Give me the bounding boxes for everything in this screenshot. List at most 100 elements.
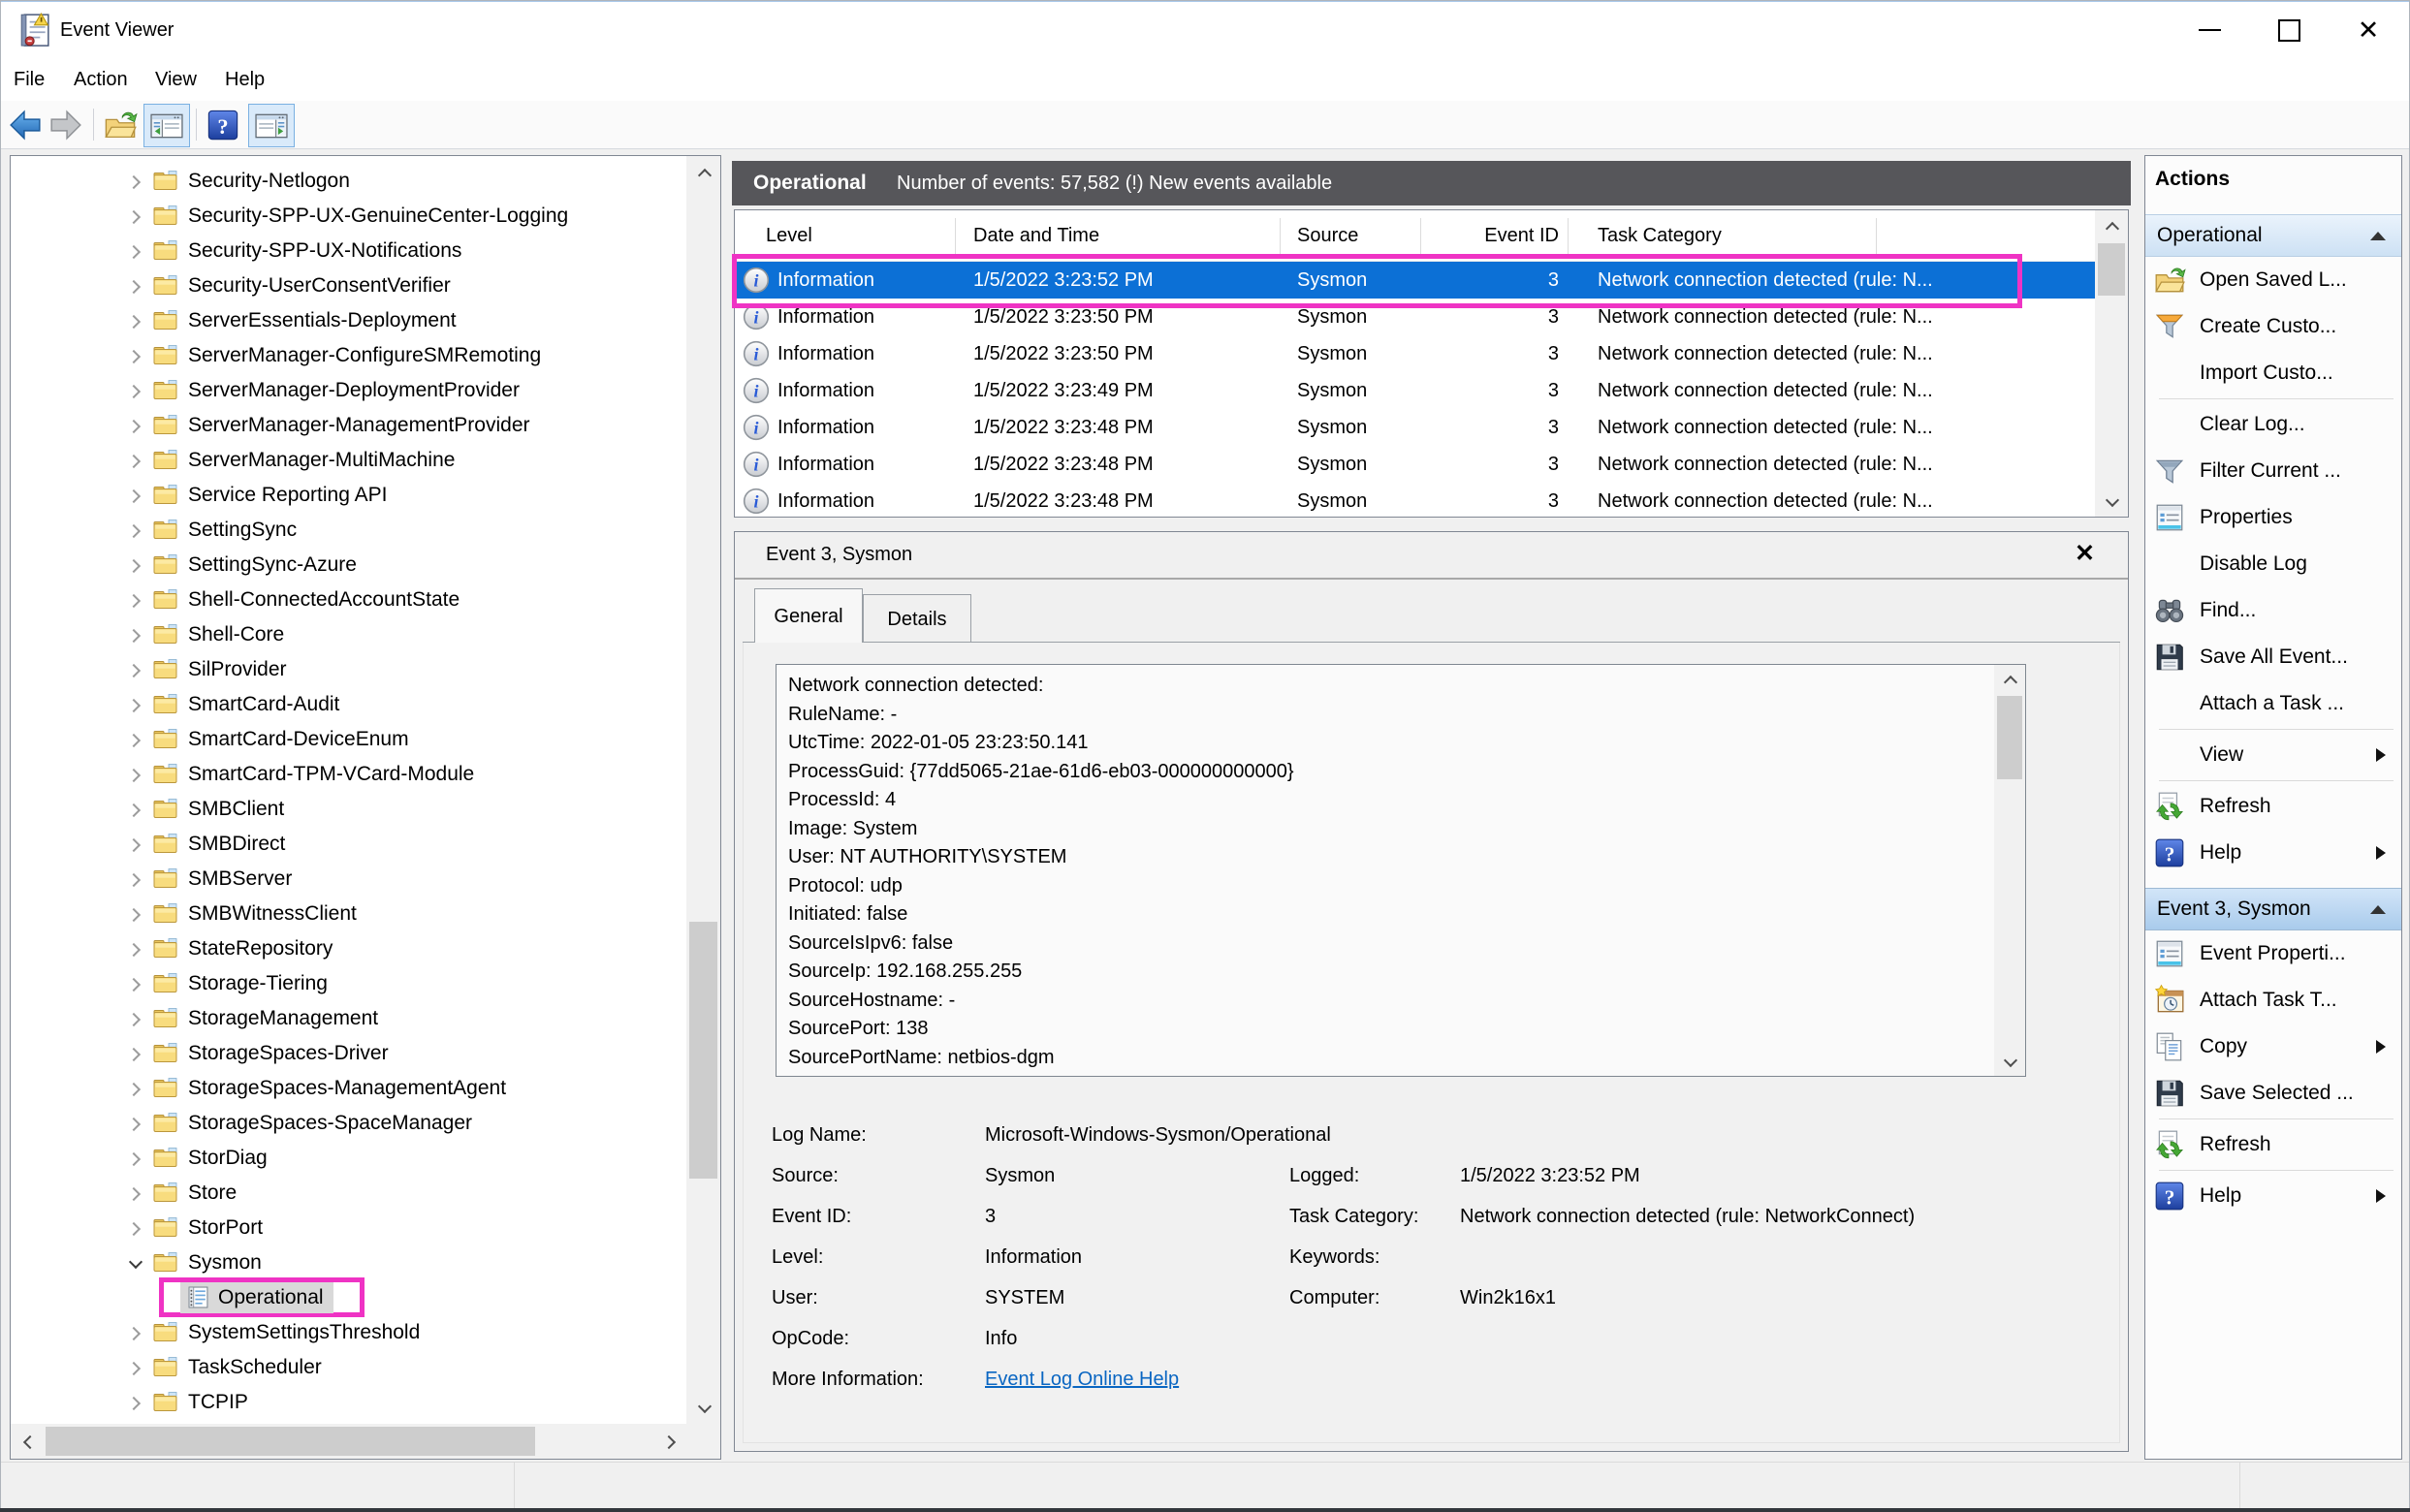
tree-item-storagespaces-spacemanager[interactable]: StorageSpaces-SpaceManager <box>12 1106 684 1141</box>
events-vertical-scrollbar[interactable] <box>2095 210 2128 517</box>
expand-chevron-icon[interactable] <box>128 1396 142 1409</box>
tree-item-smbdirect[interactable]: SMBDirect <box>12 827 684 862</box>
column-separator[interactable] <box>1568 218 1569 255</box>
expand-chevron-icon[interactable] <box>128 977 142 991</box>
expand-chevron-icon[interactable] <box>128 558 142 572</box>
event-row[interactable]: iInformation1/5/2022 3:23:48 PMSysmon3Ne… <box>735 409 2095 446</box>
menu-action[interactable]: Action <box>74 58 128 101</box>
tree-item-operational[interactable]: Operational <box>12 1280 684 1315</box>
scrollbar-thumb[interactable] <box>689 922 717 1179</box>
event-row[interactable]: iInformation1/5/2022 3:23:49 PMSysmon3Ne… <box>735 372 2095 409</box>
action-refresh[interactable]: Refresh <box>2145 1121 2401 1168</box>
scroll-down-button[interactable] <box>2095 486 2128 517</box>
event-log-online-help-link[interactable]: Event Log Online Help <box>985 1366 1179 1393</box>
action-clear-log[interactable]: Clear Log... <box>2145 401 2401 448</box>
tree-item-store[interactable]: Store <box>12 1176 684 1211</box>
expand-chevron-icon[interactable] <box>128 593 142 607</box>
expand-chevron-icon[interactable] <box>128 1012 142 1025</box>
expand-chevron-icon[interactable] <box>128 384 142 397</box>
tree-item-servermanager-configuresmremoting[interactable]: ServerManager-ConfigureSMRemoting <box>12 338 684 373</box>
back-button[interactable] <box>8 108 43 142</box>
tree-item-sysmon[interactable]: Sysmon <box>12 1245 684 1280</box>
expand-chevron-icon[interactable] <box>128 314 142 328</box>
tree-item-serveressentials-deployment[interactable]: ServerEssentials-Deployment <box>12 303 684 338</box>
expand-chevron-icon[interactable] <box>128 349 142 362</box>
tree-item-smbwitnessclient[interactable]: SMBWitnessClient <box>12 897 684 931</box>
column-header-level[interactable]: Level <box>766 210 812 261</box>
scrollbar-thumb[interactable] <box>2098 243 2125 296</box>
tree-item-security-netlogon[interactable]: Security-Netlogon <box>12 164 684 199</box>
action-help[interactable]: ?Help <box>2145 830 2401 876</box>
maximize-button[interactable] <box>2249 2 2329 58</box>
tree-item-stordiag[interactable]: StorDiag <box>12 1141 684 1176</box>
tree-item-security-spp-ux-notifications[interactable]: Security-SPP-UX-Notifications <box>12 234 684 268</box>
action-filter-current[interactable]: Filter Current ... <box>2145 448 2401 494</box>
tree-item-service-reporting-api[interactable]: Service Reporting API <box>12 478 684 513</box>
action-view[interactable]: View <box>2145 732 2401 778</box>
action-disable-log[interactable]: Disable Log <box>2145 541 2401 587</box>
tree-item-storage-tiering[interactable]: Storage-Tiering <box>12 966 684 1001</box>
menu-view[interactable]: View <box>155 58 197 101</box>
expand-chevron-icon[interactable] <box>128 174 142 188</box>
collapse-triangle-icon[interactable] <box>2370 232 2386 240</box>
action-create-custo[interactable]: Create Custo... <box>2145 303 2401 350</box>
minimize-button[interactable] <box>2170 2 2249 58</box>
expand-chevron-icon[interactable] <box>128 1047 142 1060</box>
action-import-custo[interactable]: Import Custo... <box>2145 350 2401 396</box>
tree-item-taskscheduler[interactable]: TaskScheduler <box>12 1350 684 1385</box>
tree-item-smartcard-tpm-vcard-module[interactable]: SmartCard-TPM-VCard-Module <box>12 757 684 792</box>
open-saved-log-button[interactable] <box>103 108 138 142</box>
tree-item-storport[interactable]: StorPort <box>12 1211 684 1245</box>
tree-item-servermanager-multimachine[interactable]: ServerManager-MultiMachine <box>12 443 684 478</box>
expand-chevron-icon[interactable] <box>128 907 142 921</box>
close-button[interactable]: ✕ <box>2329 2 2408 58</box>
column-separator[interactable] <box>1876 218 1877 255</box>
show-console-tree-toggle[interactable] <box>143 104 190 147</box>
action-open-saved-l[interactable]: Open Saved L... <box>2145 257 2401 303</box>
expand-chevron-icon[interactable] <box>128 663 142 677</box>
help-button[interactable]: ? <box>206 108 240 142</box>
action-attach-a-task[interactable]: Attach a Task ... <box>2145 680 2401 727</box>
expand-chevron-icon[interactable] <box>128 872 142 886</box>
column-header-task-category[interactable]: Task Category <box>1598 210 1722 261</box>
expand-chevron-icon[interactable] <box>128 209 142 223</box>
expand-chevron-icon[interactable] <box>128 523 142 537</box>
tree-item-storagespaces-driver[interactable]: StorageSpaces-Driver <box>12 1036 684 1071</box>
action-copy[interactable]: Copy <box>2145 1024 2401 1070</box>
column-separator[interactable] <box>1280 218 1281 255</box>
event-row[interactable]: iInformation1/5/2022 3:23:50 PMSysmon3Ne… <box>735 299 2095 335</box>
event-row[interactable]: iInformation1/5/2022 3:23:52 PMSysmon3Ne… <box>735 262 2095 299</box>
collapse-triangle-icon[interactable] <box>2370 905 2386 914</box>
tree-item-servermanager-deploymentprovider[interactable]: ServerManager-DeploymentProvider <box>12 373 684 408</box>
expand-chevron-icon[interactable] <box>128 1082 142 1095</box>
menu-help[interactable]: Help <box>225 58 265 101</box>
expand-chevron-icon[interactable] <box>128 1186 142 1200</box>
expand-chevron-icon[interactable] <box>128 803 142 816</box>
action-properties[interactable]: Properties <box>2145 494 2401 541</box>
action-save-all-event[interactable]: Save All Event... <box>2145 634 2401 680</box>
column-separator[interactable] <box>955 218 956 255</box>
action-event-properti[interactable]: Event Properti... <box>2145 930 2401 977</box>
expand-chevron-icon[interactable] <box>128 419 142 432</box>
expand-chevron-icon[interactable] <box>128 1117 142 1130</box>
expand-chevron-icon[interactable] <box>128 244 142 258</box>
action-help[interactable]: ?Help <box>2145 1173 2401 1219</box>
expand-chevron-icon[interactable] <box>128 1361 142 1374</box>
expand-chevron-icon[interactable] <box>128 488 142 502</box>
tab-general[interactable]: General <box>754 588 863 643</box>
tree-item-tcpip[interactable]: TCPIP <box>12 1385 684 1420</box>
actions-section-operational[interactable]: Operational <box>2145 214 2401 257</box>
action-find[interactable]: Find... <box>2145 587 2401 634</box>
action-save-selected[interactable]: Save Selected ... <box>2145 1070 2401 1117</box>
scroll-left-button[interactable] <box>11 1424 44 1459</box>
action-refresh[interactable]: Refresh <box>2145 783 2401 830</box>
tree-horizontal-scrollbar[interactable] <box>11 1424 686 1459</box>
show-action-pane-toggle[interactable] <box>248 104 295 147</box>
expand-chevron-icon[interactable] <box>128 1221 142 1235</box>
expand-chevron-icon[interactable] <box>128 454 142 467</box>
tree-item-storagespaces-managementagent[interactable]: StorageSpaces-ManagementAgent <box>12 1071 684 1106</box>
tree-item-shell-connectedaccountstate[interactable]: Shell-ConnectedAccountState <box>12 583 684 617</box>
menu-file[interactable]: File <box>14 58 45 101</box>
tree-item-settingsync-azure[interactable]: SettingSync-Azure <box>12 548 684 583</box>
scroll-down-button[interactable] <box>686 1391 720 1424</box>
